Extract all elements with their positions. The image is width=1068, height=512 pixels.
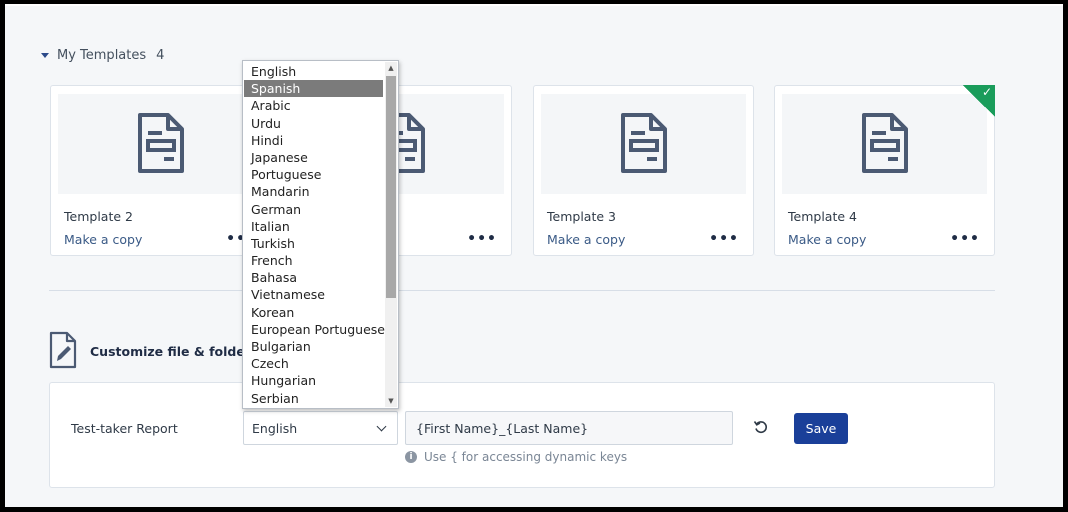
template-thumbnail bbox=[58, 94, 263, 194]
edit-document-icon bbox=[49, 331, 77, 369]
language-option[interactable]: German bbox=[244, 201, 383, 218]
top-strip bbox=[5, 4, 1063, 6]
document-icon bbox=[861, 113, 908, 173]
template-card-3[interactable]: Template 3 Make a copy ••• bbox=[533, 85, 754, 256]
file-name-input[interactable] bbox=[405, 411, 733, 445]
scrollbar-thumb[interactable] bbox=[386, 76, 396, 298]
language-option[interactable]: Hungarian bbox=[244, 372, 383, 389]
info-icon: i bbox=[405, 451, 417, 463]
language-option[interactable]: Mandarin bbox=[244, 183, 383, 200]
card-title: Template 2 bbox=[64, 209, 133, 224]
language-option[interactable]: Turkish bbox=[244, 235, 383, 252]
section-divider bbox=[49, 290, 995, 291]
language-option[interactable]: Spanish bbox=[244, 80, 383, 98]
language-option[interactable]: Serbian bbox=[244, 390, 383, 407]
template-thumbnail bbox=[782, 94, 987, 194]
template-card-2[interactable]: Template 2 Make a copy ••• bbox=[50, 85, 271, 256]
scroll-down-arrow-icon[interactable]: ▼ bbox=[385, 395, 397, 407]
scroll-up-arrow-icon[interactable]: ▲ bbox=[385, 62, 397, 74]
language-option[interactable]: Bahasa bbox=[244, 269, 383, 286]
language-option[interactable]: Vietnamese bbox=[244, 286, 383, 303]
language-option[interactable]: Korean bbox=[244, 304, 383, 321]
language-option[interactable]: Arabic bbox=[244, 97, 383, 114]
reset-icon[interactable] bbox=[753, 419, 769, 435]
language-option[interactable]: Portuguese bbox=[244, 166, 383, 183]
my-templates-header[interactable]: My Templates 4 bbox=[41, 48, 164, 63]
caret-down-icon[interactable] bbox=[41, 53, 49, 58]
app-frame: My Templates 4 Template 2 Make a copy ••… bbox=[5, 4, 1063, 507]
document-icon bbox=[620, 113, 667, 173]
language-option[interactable]: Czech bbox=[244, 355, 383, 372]
make-copy-link[interactable]: Make a copy bbox=[547, 232, 625, 247]
card-title: Template 3 bbox=[547, 209, 616, 224]
report-label: Test-taker Report bbox=[71, 421, 178, 436]
dropdown-scrollbar[interactable]: ▲ ▼ bbox=[385, 62, 397, 407]
language-option[interactable]: Italian bbox=[244, 218, 383, 235]
dynamic-keys-hint: i Use { for accessing dynamic keys bbox=[405, 450, 627, 464]
language-option[interactable]: French bbox=[244, 252, 383, 269]
language-option[interactable]: English bbox=[244, 63, 383, 80]
language-option[interactable]: Urdu bbox=[244, 115, 383, 132]
language-option[interactable]: European Portuguese bbox=[244, 321, 385, 338]
hint-text: Use { for accessing dynamic keys bbox=[424, 450, 628, 464]
more-options-icon[interactable]: ••• bbox=[950, 231, 980, 247]
more-options-icon[interactable]: ••• bbox=[467, 231, 497, 247]
card-title: Template 4 bbox=[788, 209, 857, 224]
template-thumbnail bbox=[541, 94, 746, 194]
make-copy-link[interactable]: Make a copy bbox=[788, 232, 866, 247]
language-select[interactable]: English bbox=[243, 411, 398, 445]
chevron-down-icon bbox=[376, 421, 387, 432]
section-title: My Templates bbox=[57, 48, 147, 63]
selected-badge: ✓ bbox=[963, 85, 995, 117]
check-icon: ✓ bbox=[981, 85, 992, 99]
report-naming-panel: Test-taker Report English Save i Use { f… bbox=[49, 382, 995, 488]
save-button[interactable]: Save bbox=[794, 413, 848, 444]
more-options-icon[interactable]: ••• bbox=[709, 231, 739, 247]
template-count: 4 bbox=[156, 48, 165, 63]
language-option[interactable]: Japanese bbox=[244, 149, 383, 166]
make-copy-link[interactable]: Make a copy bbox=[64, 232, 142, 247]
language-options: English Spanish Arabic Urdu Hindi Japanese Por… bbox=[244, 63, 385, 407]
template-card-4[interactable]: ✓ Template 4 Make a copy ••• bbox=[774, 85, 995, 256]
language-dropdown-list[interactable]: English Spanish Arabic Urdu Hindi Japanese Por… bbox=[242, 60, 399, 409]
language-select-value: English bbox=[252, 421, 298, 436]
document-icon bbox=[137, 113, 184, 173]
language-option[interactable]: Bulgarian bbox=[244, 338, 383, 355]
language-option[interactable]: Hindi bbox=[244, 132, 383, 149]
